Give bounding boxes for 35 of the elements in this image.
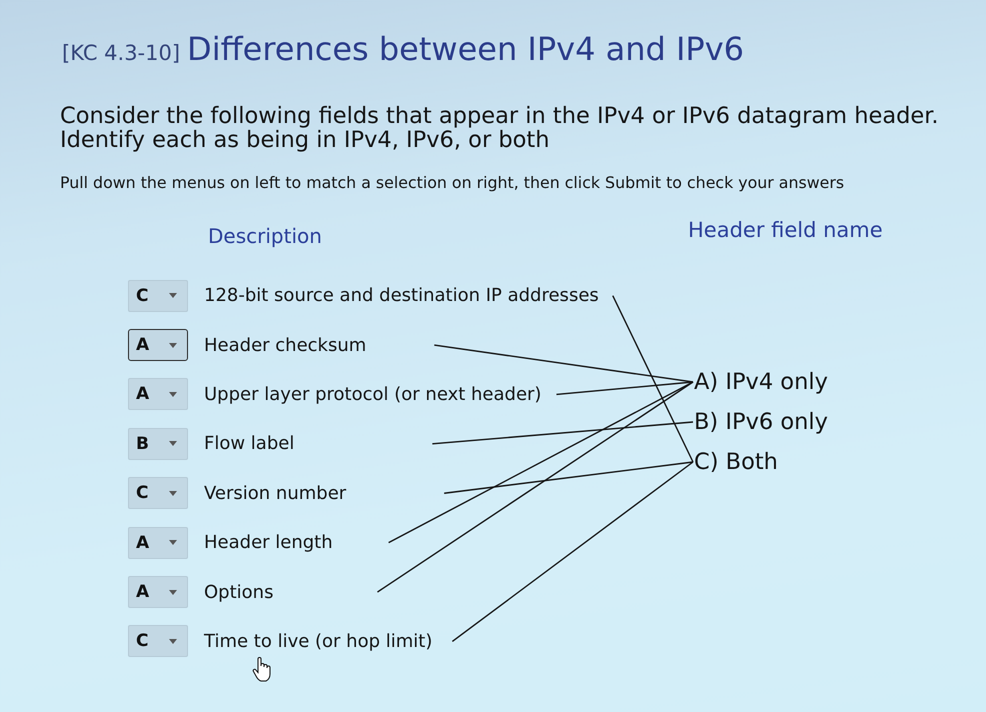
caret-icon [169,490,177,496]
hint-text: Pull down the menus on left to match a selection on right, then click Submit to check your answers [60,174,844,192]
caret-icon [169,590,177,595]
choice-dropdown[interactable]: C [128,280,188,312]
pointer-hand-icon [252,656,272,682]
field-description: Version number [204,482,346,504]
choice-dropdown[interactable]: A [128,576,188,608]
choice-dropdown[interactable]: B [128,428,188,460]
caret-icon [169,540,177,546]
field-description: 128-bit source and destination IP addresses [204,285,599,306]
caret-icon [169,441,177,446]
caret-icon [169,392,177,397]
column-heading: Header field name [688,219,883,241]
choice-dropdown[interactable]: C [128,477,188,510]
choice-dropdown[interactable]: A [128,378,188,410]
field-description: Options [204,582,274,603]
question-code: [KC 4.3-10] [62,41,180,65]
caret-icon [169,638,177,644]
caret-icon [169,342,177,348]
field-description: Header length [204,532,333,554]
column-heading: Description [208,225,322,247]
choice-dropdown[interactable]: C [128,625,188,658]
field-description: Upper layer protocol (or next header) [204,384,542,405]
answer-option: C) Both [694,448,778,476]
caret-icon [169,293,177,298]
choice-dropdown[interactable]: A [128,329,188,362]
answer-option: B) IPv6 only [694,408,828,436]
answer-option: A) IPv4 only [694,368,828,396]
field-description: Header checksum [204,334,366,356]
field-description: Flow label [204,433,294,454]
field-description: Time to live (or hop limit) [204,630,432,652]
instruction-text: Identify each as being in IPv4, IPv6, or both [60,128,550,152]
quiz-title: Differences between IPv4 and IPv6 [187,30,744,68]
choice-dropdown[interactable]: A [128,526,188,559]
instruction-text: Consider the following fields that appear in the IPv4 or IPv6 datagram header. [60,104,939,128]
